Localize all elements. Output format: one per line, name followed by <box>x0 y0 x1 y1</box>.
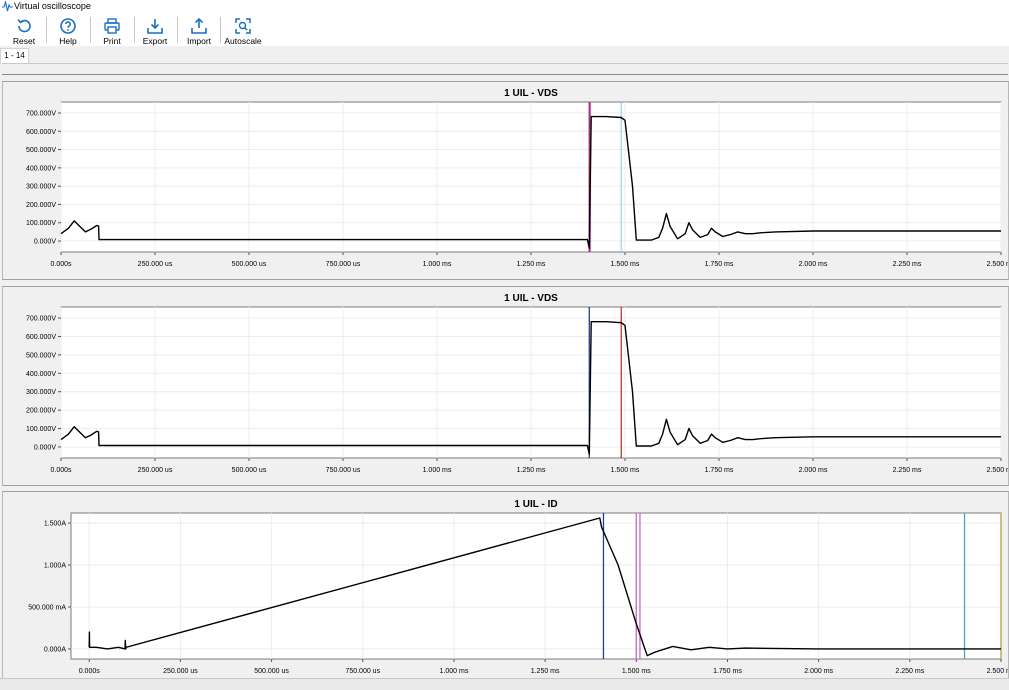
x-tick-label: 1.250 ms <box>531 668 560 675</box>
x-tick-label: 0.000s <box>50 467 72 474</box>
toolbar-separator <box>90 17 91 43</box>
x-tick-label: 2.250 ms <box>893 261 922 268</box>
x-tick-label: 1.000 ms <box>423 467 452 474</box>
x-tick-label: 1.000 ms <box>423 261 452 268</box>
print-label: Print <box>103 36 121 46</box>
export-icon <box>147 19 163 34</box>
oscilloscope-app-icon <box>2 1 13 12</box>
toolbar-separator <box>134 17 135 43</box>
print-button[interactable]: Print <box>97 16 127 46</box>
vds-chart-1[interactable]: 1 UIL - VDS 0.000s 250.000 us 500.000 us 750… <box>3 82 1009 279</box>
y-tick-label: 0.000V <box>34 444 57 451</box>
x-tick-label: 1.750 ms <box>705 467 734 474</box>
window-titlebar: Virtual oscilloscope <box>0 0 1009 14</box>
print-icon <box>104 18 120 34</box>
toolbar-separator <box>220 17 221 43</box>
x-tick-label: 1.000 ms <box>440 668 469 675</box>
reset-label: Reset <box>12 36 36 46</box>
import-label: Import <box>186 36 212 46</box>
toolbar-separator <box>46 17 47 43</box>
chart-title: 1 UIL - VDS <box>504 88 558 99</box>
export-label: Export <box>142 36 168 46</box>
autoscale-icon <box>235 18 251 34</box>
x-tick-label: 2.500 ms <box>987 261 1008 268</box>
autoscale-label: Autoscale <box>224 36 262 46</box>
id-chart[interactable]: 1 UIL - ID 0.000s 250.000 us 500.000 us 750.… <box>3 492 1009 678</box>
y-tick-label: 300.000V <box>26 389 56 396</box>
y-tick-label: 700.000V <box>26 316 56 323</box>
x-tick-label: 1.500 ms <box>622 668 651 675</box>
toolbar: Reset Help Print Export Import Autoscale <box>0 14 1009 46</box>
y-tick-label: 200.000V <box>26 202 56 209</box>
autoscale-button[interactable]: Autoscale <box>224 16 262 46</box>
x-tick-label: 750.000 us <box>345 668 380 675</box>
y-tick-label: 1.000A <box>44 563 67 570</box>
x-tick-label: 2.000 ms <box>804 668 833 675</box>
x-tick-label: 500.000 us <box>232 467 267 474</box>
x-tick-label: 0.000s <box>50 261 72 268</box>
x-tick-label: 2.000 ms <box>799 261 828 268</box>
y-tick-label: 500.000V <box>26 147 56 154</box>
reset-icon <box>17 18 31 33</box>
x-tick-label: 1.750 ms <box>705 261 734 268</box>
reset-button[interactable]: Reset <box>9 16 39 46</box>
status-bar <box>0 678 1009 690</box>
x-tick-label: 750.000 us <box>326 261 361 268</box>
chart-panel-vds-2: 1 UIL - VDS 0.000s 250.000 us 500.000 us 750… <box>2 286 1009 486</box>
x-tick-label: 2.250 ms <box>895 668 924 675</box>
x-tick-label: 500.000 us <box>232 261 267 268</box>
import-button[interactable]: Import <box>184 16 214 46</box>
vds-chart-2[interactable]: 1 UIL - VDS 0.000s 250.000 us 500.000 us 750… <box>3 287 1009 485</box>
x-tick-label: 750.000 us <box>326 467 361 474</box>
y-tick-label: 1.500A <box>44 521 67 528</box>
x-tick-label: 1.500 ms <box>611 261 640 268</box>
x-tick-label: 250.000 us <box>138 261 173 268</box>
chart-panel-id: 1 UIL - ID 0.000s 250.000 us 500.000 us 750.… <box>2 491 1009 679</box>
tab-content-header <box>2 63 1008 75</box>
x-tick-label: 1.250 ms <box>517 261 546 268</box>
help-button[interactable]: Help <box>53 16 83 46</box>
tab-strip <box>0 46 1009 64</box>
help-icon <box>60 18 76 34</box>
y-tick-label: 100.000V <box>26 426 56 433</box>
y-tick-label: 0.000A <box>44 646 67 653</box>
y-tick-label: 0.000V <box>34 239 57 246</box>
x-tick-label: 0.000s <box>79 668 101 675</box>
x-tick-label: 1.500 ms <box>611 467 640 474</box>
y-tick-label: 500.000 mA <box>28 604 66 611</box>
x-tick-label: 2.500 ms <box>987 668 1008 675</box>
y-tick-label: 700.000V <box>26 110 56 117</box>
help-label: Help <box>59 36 77 46</box>
y-tick-label: 200.000V <box>26 408 56 415</box>
tab-1-14[interactable]: 1 - 14 <box>0 48 29 64</box>
x-tick-label: 2.250 ms <box>893 467 922 474</box>
import-icon <box>191 17 207 34</box>
y-tick-label: 100.000V <box>26 220 56 227</box>
toolbar-separator <box>177 17 178 43</box>
y-tick-label: 600.000V <box>26 334 56 341</box>
y-tick-label: 600.000V <box>26 129 56 136</box>
x-tick-label: 1.750 ms <box>713 668 742 675</box>
y-tick-label: 400.000V <box>26 165 56 172</box>
export-button[interactable]: Export <box>140 16 170 46</box>
chart-title: 1 UIL - VDS <box>504 293 558 304</box>
chart-title: 1 UIL - ID <box>514 499 557 510</box>
x-tick-label: 250.000 us <box>138 467 173 474</box>
x-tick-label: 2.500 ms <box>987 467 1008 474</box>
y-tick-label: 300.000V <box>26 184 56 191</box>
y-tick-label: 500.000V <box>26 352 56 359</box>
chart-panel-vds-1: 1 UIL - VDS 0.000s 250.000 us 500.000 us 750… <box>2 81 1009 280</box>
x-tick-label: 500.000 us <box>254 668 289 675</box>
y-tick-label: 400.000V <box>26 371 56 378</box>
x-tick-label: 1.250 ms <box>517 467 546 474</box>
window-title: Virtual oscilloscope <box>14 1 91 11</box>
x-tick-label: 2.000 ms <box>799 467 828 474</box>
x-tick-label: 250.000 us <box>163 668 198 675</box>
